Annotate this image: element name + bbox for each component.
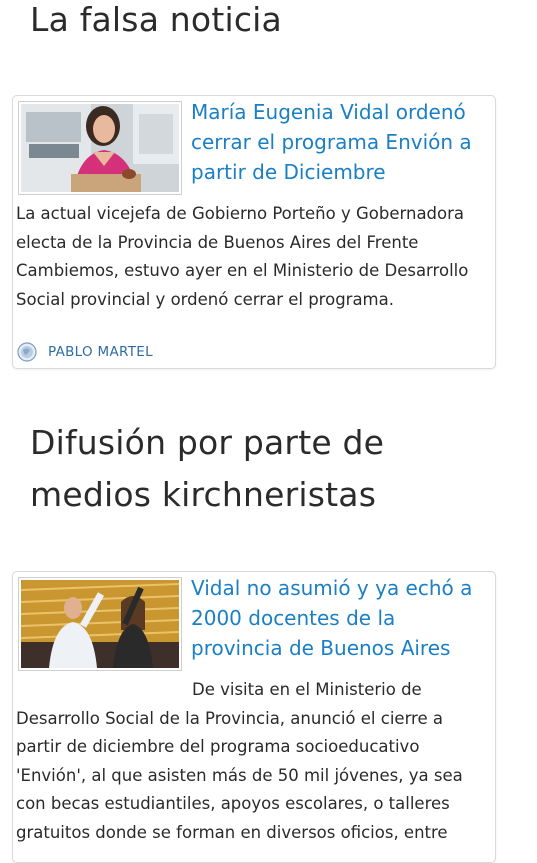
thumbnail-image [21, 580, 179, 668]
section-title-fake-news: La falsa noticia [30, 0, 282, 39]
news-thumbnail[interactable] [18, 101, 182, 195]
news-card[interactable]: Vidal no asumió y ya echó a 2000 docente… [12, 571, 496, 863]
news-thumbnail[interactable] [18, 577, 182, 671]
source-name: PABLO MARTEL [48, 344, 153, 360]
globe-icon [17, 342, 37, 362]
news-excerpt: De visita en el Ministerio de Desarrollo… [16, 680, 463, 842]
news-card[interactable]: María Eugenia Vidal ordenó cerrar el pro… [12, 95, 496, 369]
section-title-media-diffusion: Difusión por parte de medios kirchnerist… [30, 423, 385, 514]
news-headline-link[interactable]: Vidal no asumió y ya echó a 2000 docente… [191, 573, 491, 663]
news-excerpt: La actual vicejefa de Gobierno Porteño y… [16, 204, 469, 309]
thumbnail-image [21, 104, 179, 192]
news-source[interactable]: PABLO MARTEL [17, 342, 153, 362]
news-headline-link[interactable]: María Eugenia Vidal ordenó cerrar el pro… [191, 97, 491, 187]
